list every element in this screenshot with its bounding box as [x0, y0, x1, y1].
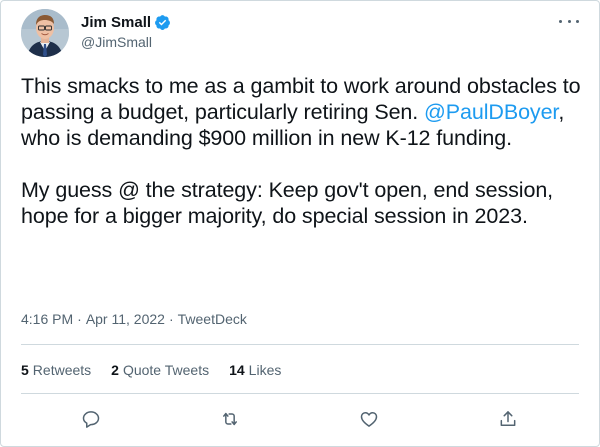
tweet-stats: 5 Retweets 2 Quote Tweets 14 Likes	[21, 362, 281, 378]
share-icon[interactable]	[494, 405, 522, 433]
mention-link[interactable]: @PaulDBoyer	[424, 100, 558, 124]
author-names: Jim Small @JimSmall	[81, 12, 171, 50]
retweet-icon[interactable]	[216, 405, 244, 433]
meta-separator: ·	[168, 311, 174, 327]
tweet-text: This smacks to me as a gambit to work ar…	[21, 73, 581, 229]
avatar-image	[21, 9, 69, 57]
quote-tweets-count: 2	[111, 362, 119, 378]
author-display-name[interactable]: Jim Small	[81, 14, 151, 31]
retweets-label: Retweets	[32, 362, 92, 378]
avatar[interactable]	[21, 9, 69, 57]
tweet-header: Jim Small @JimSmall	[21, 9, 579, 61]
retweets-count: 5	[21, 362, 29, 378]
tweet-paragraph-2: My guess @ the strategy: Keep gov't open…	[21, 178, 554, 228]
heart-icon[interactable]	[355, 405, 383, 433]
meta-separator: ·	[77, 311, 82, 327]
likes-count: 14	[229, 362, 245, 378]
verified-badge-icon	[154, 14, 171, 31]
reply-icon[interactable]	[77, 405, 105, 433]
tweet-time[interactable]: 4:16 PM	[21, 311, 73, 327]
retweets-stat[interactable]: 5 Retweets	[21, 362, 91, 378]
divider	[21, 393, 579, 394]
tweet-actions	[21, 405, 579, 433]
more-horizontal-icon[interactable]	[559, 13, 579, 29]
tweet-card: Jim Small @JimSmall This smacks to me as…	[0, 0, 600, 447]
quote-tweets-stat[interactable]: 2 Quote Tweets	[111, 362, 209, 378]
tweet-paragraph-1: This smacks to me as a gambit to work ar…	[21, 73, 581, 151]
divider	[21, 344, 579, 345]
author-handle[interactable]: @JimSmall	[81, 34, 171, 50]
likes-stat[interactable]: 14 Likes	[229, 362, 281, 378]
tweet-date[interactable]: Apr 11, 2022	[86, 311, 165, 327]
display-name-row: Jim Small	[81, 12, 171, 32]
tweet-source[interactable]: TweetDeck	[178, 311, 247, 327]
likes-label: Likes	[248, 362, 282, 378]
quote-tweets-label: Quote Tweets	[122, 362, 210, 378]
tweet-meta: 4:16 PM · Apr 11, 2022 · TweetDeck	[21, 311, 247, 327]
